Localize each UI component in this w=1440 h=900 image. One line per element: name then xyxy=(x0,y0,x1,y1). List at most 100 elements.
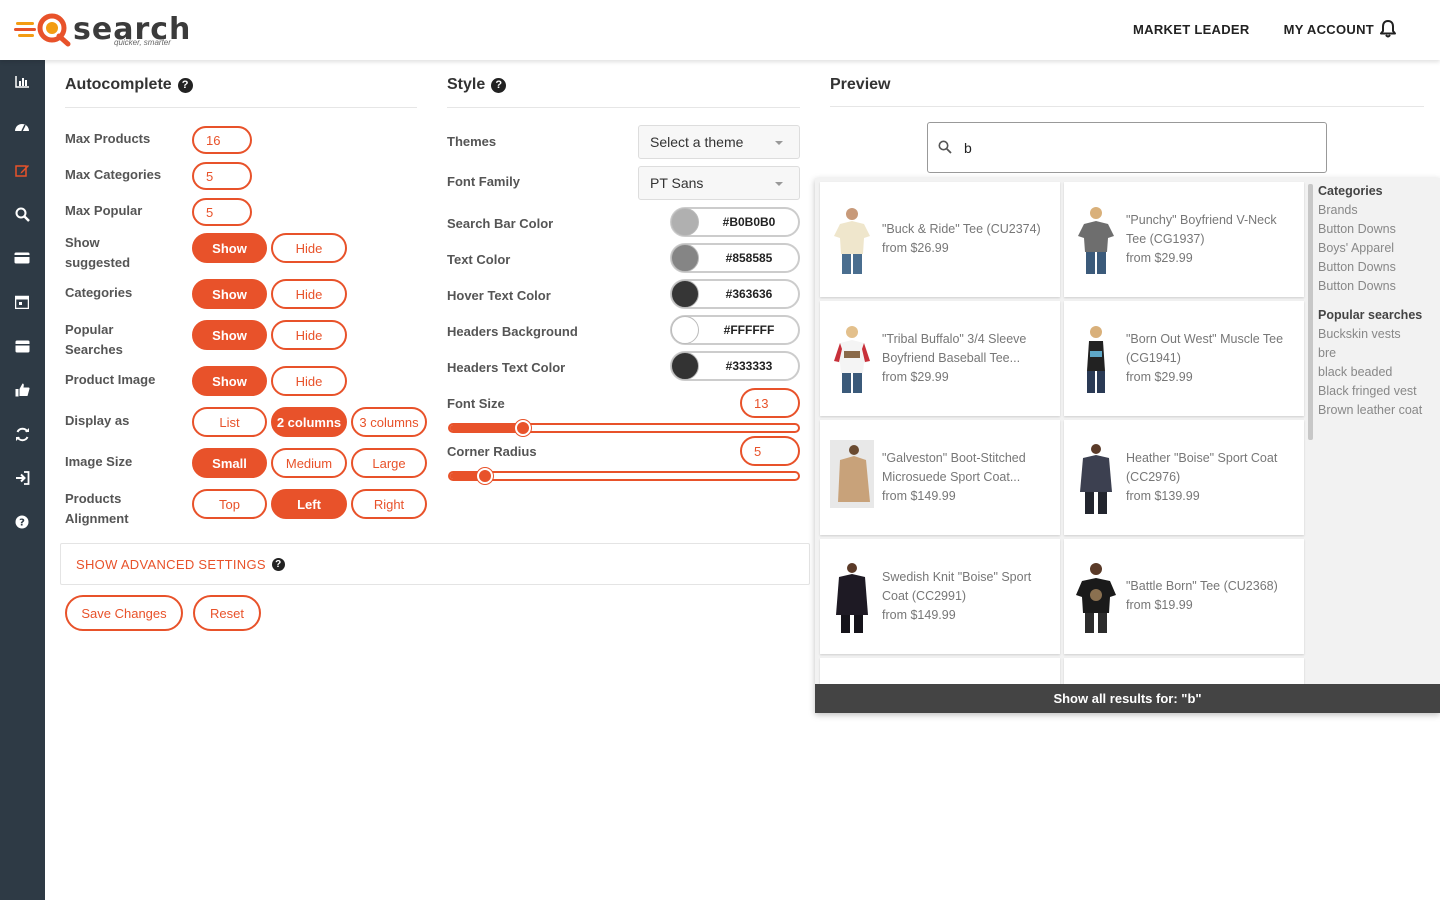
products-alignment-label-line1: Products xyxy=(65,491,122,506)
save-changes-button[interactable]: Save Changes xyxy=(65,595,183,631)
product-card[interactable]: "Punchy" Boyfriend V-Neck Tee (CG1937) f… xyxy=(1064,182,1304,297)
top-bar: search quicker, smarter MARKET LEADER MY… xyxy=(0,0,1440,60)
edit-icon[interactable] xyxy=(13,161,31,179)
corner-radius-slider[interactable] xyxy=(448,468,800,484)
color-swatch[interactable] xyxy=(671,352,699,380)
align-right-button[interactable]: Right xyxy=(351,489,427,519)
color-swatch[interactable] xyxy=(671,280,699,308)
max-categories-label: Max Categories xyxy=(65,167,162,182)
themes-select[interactable]: Select a theme xyxy=(638,125,800,159)
categories-hide-button[interactable]: Hide xyxy=(271,279,347,309)
text-color-picker[interactable]: #858585 xyxy=(670,243,800,273)
headers-text-color-picker[interactable]: #333333 xyxy=(670,351,800,381)
display-list-button[interactable]: List xyxy=(192,407,267,437)
product-card[interactable]: "Born Out West" Muscle Tee (CG1941) from… xyxy=(1064,301,1304,416)
popular-search-link[interactable]: bre xyxy=(1318,344,1440,363)
product-price: from $139.99 xyxy=(1126,489,1200,503)
corner-radius-input[interactable]: 5 xyxy=(740,436,800,466)
popular-search-link[interactable]: Brown leather coat xyxy=(1318,401,1440,420)
display-3-columns-button[interactable]: 3 columns xyxy=(351,407,427,437)
font-family-select[interactable]: PT Sans xyxy=(638,166,800,200)
product-name: "Buck & Ride" Tee (CU2374) xyxy=(882,222,1041,236)
preview-title: Preview xyxy=(830,76,891,93)
color-swatch[interactable] xyxy=(671,244,699,272)
help-circle-icon[interactable]: ? xyxy=(177,77,193,93)
chevron-down-icon xyxy=(775,182,783,186)
popular-searches-label: Popular Searches xyxy=(65,320,123,360)
category-link[interactable]: Button Downs xyxy=(1318,258,1440,277)
popular-searches-show-button[interactable]: Show xyxy=(192,320,267,350)
product-card[interactable]: "Buck & Ride" Tee (CU2374) from $26.99 xyxy=(820,182,1060,297)
category-link[interactable]: Brands xyxy=(1318,201,1440,220)
bell-icon[interactable] xyxy=(1380,20,1396,38)
max-popular-input[interactable]: 5 xyxy=(192,198,252,226)
category-link[interactable]: Button Downs xyxy=(1318,220,1440,239)
advanced-settings-toggle[interactable]: SHOW ADVANCED SETTINGS ? xyxy=(76,557,285,572)
bar-chart-icon[interactable] xyxy=(13,72,31,90)
autocomplete-title: Autocomplete ? xyxy=(65,76,193,94)
thumbs-up-icon[interactable] xyxy=(13,381,31,399)
hover-text-color-picker[interactable]: #363636 xyxy=(670,279,800,309)
help-circle-icon[interactable]: ? xyxy=(491,77,507,93)
logo[interactable]: search quicker, smarter xyxy=(14,10,190,50)
reset-button[interactable]: Reset xyxy=(193,595,261,631)
category-link[interactable]: Boys' Apparel xyxy=(1318,239,1440,258)
category-link[interactable]: Button Downs xyxy=(1318,277,1440,296)
align-top-button[interactable]: Top xyxy=(192,489,267,519)
product-card[interactable]: "Galveston" Boot-Stitched Microsuede Spo… xyxy=(820,420,1060,535)
text-color-label: Text Color xyxy=(447,252,511,267)
show-suggested-show-button[interactable]: Show xyxy=(192,233,267,263)
color-hex-value: #FFFFFF xyxy=(723,323,775,337)
font-size-slider[interactable] xyxy=(448,420,800,436)
help-icon[interactable]: ? xyxy=(13,513,31,531)
refresh-icon[interactable] xyxy=(13,425,31,443)
popular-search-link[interactable]: Black fringed vest xyxy=(1318,382,1440,401)
color-hex-value: #363636 xyxy=(725,287,773,301)
product-image-label: Product Image xyxy=(65,372,156,387)
slider-handle[interactable] xyxy=(476,468,493,484)
popular-search-link[interactable]: black beaded xyxy=(1318,363,1440,382)
font-size-input[interactable]: 13 xyxy=(740,388,800,418)
product-card[interactable]: "Tribal Buffalo" 3/4 Sleeve Boyfriend Ba… xyxy=(820,301,1060,416)
dashboard-icon[interactable] xyxy=(13,117,31,135)
card-icon[interactable] xyxy=(13,249,31,267)
calendar-icon[interactable] xyxy=(13,293,31,311)
show-suggested-hide-button[interactable]: Hide xyxy=(271,233,347,263)
max-products-input[interactable]: 16 xyxy=(192,126,252,154)
advanced-settings-panel[interactable]: SHOW ADVANCED SETTINGS ? xyxy=(60,543,810,585)
product-name: "Punchy" Boyfriend V-Neck Tee (CG1937) xyxy=(1126,213,1277,246)
nav-my-account[interactable]: MY ACCOUNT xyxy=(1284,20,1396,38)
image-size-medium-button[interactable]: Medium xyxy=(271,448,347,478)
color-hex-value: #B0B0B0 xyxy=(722,215,776,229)
nav-market-leader[interactable]: MARKET LEADER xyxy=(1133,20,1250,38)
search-bar-color-picker[interactable]: #B0B0B0 xyxy=(670,207,800,237)
max-products-label: Max Products xyxy=(65,131,151,146)
product-card[interactable]: "Battle Born" Tee (CU2368) from $19.99 xyxy=(1064,539,1304,654)
search-zoom-icon[interactable] xyxy=(13,205,31,223)
popular-search-link[interactable]: Buckskin vests xyxy=(1318,325,1440,344)
preview-search-input[interactable]: b xyxy=(927,122,1327,173)
color-swatch[interactable] xyxy=(671,208,699,236)
style-divider xyxy=(447,107,800,108)
align-left-button[interactable]: Left xyxy=(271,489,347,519)
categories-show-button[interactable]: Show xyxy=(192,279,267,309)
advanced-settings-label: SHOW ADVANCED SETTINGS xyxy=(76,557,266,572)
help-circle-icon[interactable]: ? xyxy=(271,558,285,571)
slider-handle[interactable] xyxy=(515,420,532,436)
sign-in-icon[interactable] xyxy=(13,469,31,487)
product-text: "Galveston" Boot-Stitched Microsuede Spo… xyxy=(882,449,1050,506)
headers-background-picker[interactable]: #FFFFFF xyxy=(670,315,800,345)
box-icon[interactable] xyxy=(13,337,31,355)
image-size-large-button[interactable]: Large xyxy=(351,448,427,478)
product-card[interactable]: Heather "Boise" Sport Coat (CC2976) from… xyxy=(1064,420,1304,535)
color-swatch[interactable] xyxy=(671,316,699,344)
image-size-small-button[interactable]: Small xyxy=(192,448,267,478)
product-image-hide-button[interactable]: Hide xyxy=(271,366,347,396)
results-scrollbar[interactable] xyxy=(1308,184,1313,440)
max-categories-input[interactable]: 5 xyxy=(192,162,252,190)
display-2-columns-button[interactable]: 2 columns xyxy=(271,407,347,437)
product-card[interactable]: Swedish Knit "Boise" Sport Coat (CC2991)… xyxy=(820,539,1060,654)
show-all-results-button[interactable]: Show all results for: "b" xyxy=(815,684,1440,713)
product-image-show-button[interactable]: Show xyxy=(192,366,267,396)
popular-searches-hide-button[interactable]: Hide xyxy=(271,320,347,350)
